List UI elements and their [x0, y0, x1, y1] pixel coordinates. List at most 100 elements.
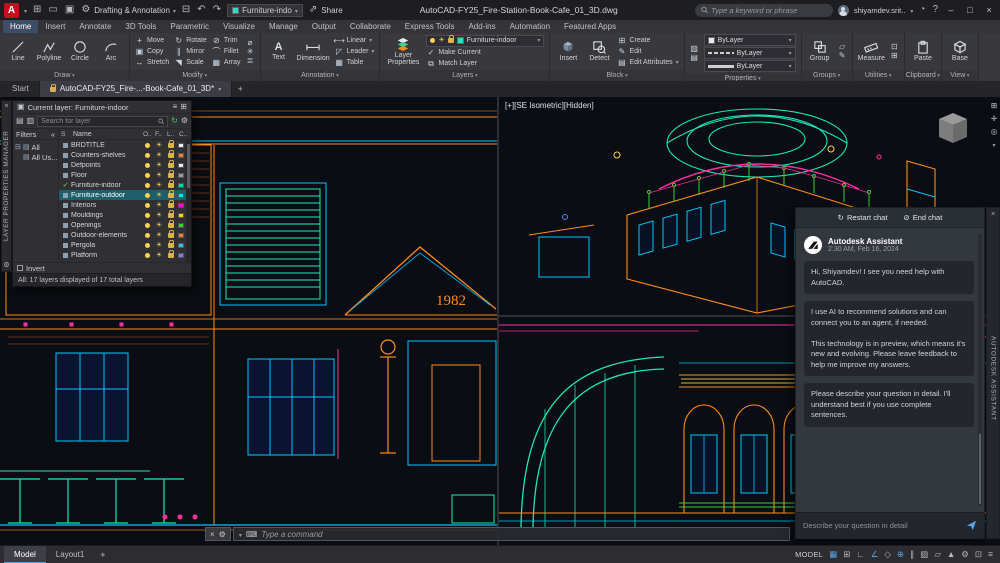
isodraft-toggle[interactable]: ◇ [884, 550, 891, 559]
new-group-filter-icon[interactable]: ▥ [27, 117, 35, 125]
orbit-icon[interactable]: ◎ [991, 127, 998, 136]
minimize-button[interactable]: – [944, 5, 958, 15]
invert-filter-checkbox[interactable] [17, 265, 23, 271]
layer-color-swatch[interactable] [178, 162, 184, 168]
rotate-button[interactable]: ↻ Rotate [174, 36, 206, 46]
end-chat-button[interactable]: ⊘ End chat [903, 213, 942, 222]
layer-color-swatch[interactable] [178, 212, 184, 218]
new-drawing-icon[interactable]: ⊞ [32, 5, 42, 15]
refresh-icon[interactable]: ↻ [171, 117, 178, 125]
command-history-caret-icon[interactable] [239, 529, 242, 539]
notifications-icon[interactable]: ◔ [918, 5, 926, 15]
tab-start[interactable]: Start [2, 81, 40, 97]
edit-block-button[interactable]: ✎ Edit [617, 47, 678, 57]
viewport-divider-vertical[interactable] [497, 97, 499, 545]
tree-node-all-used[interactable]: ▤ All Us... [15, 152, 57, 162]
text-button[interactable]: Text [266, 42, 292, 62]
ribbon-tab[interactable]: Express Tools [398, 20, 462, 33]
layer-lock-toggle[interactable] [166, 159, 176, 168]
layer-lock-toggle[interactable] [166, 239, 176, 248]
layer-freeze-toggle[interactable] [154, 222, 164, 229]
palette-gear-icon[interactable]: ⚙ [181, 117, 188, 125]
layer-freeze-toggle[interactable] [154, 172, 164, 179]
array-button[interactable]: ▦ Array [212, 58, 241, 68]
layer-freeze-toggle[interactable] [154, 202, 164, 209]
ribbon-tab[interactable]: Automation [503, 20, 557, 33]
tab-drawing[interactable]: AutoCAD-FY25_Fire-...-Book-Cafe_01_3D* [39, 81, 233, 97]
mirror-button[interactable]: ∥ Mirror [174, 47, 207, 57]
snap-toggle[interactable]: ⊞ [843, 550, 850, 559]
layer-search-input[interactable] [41, 117, 156, 125]
layer-lock-toggle[interactable] [166, 219, 176, 228]
layer-color-swatch[interactable] [178, 202, 184, 208]
layer-on-toggle[interactable] [142, 242, 152, 248]
panel-title-annotation[interactable]: Annotation [260, 70, 380, 81]
chat-messages[interactable]: Autodesk Assistant 2:30 AM, Feb 16, 2024… [796, 228, 984, 512]
arc-button[interactable]: Arc [98, 40, 124, 62]
help-icon[interactable]: ? [931, 5, 939, 15]
layer-list-scrollbar[interactable] [186, 140, 191, 262]
layer-freeze-toggle[interactable] [154, 142, 164, 149]
pan-icon[interactable]: ✛ [991, 114, 997, 123]
app-menu-caret-icon[interactable] [24, 5, 27, 15]
layer-color-swatch[interactable] [178, 232, 184, 238]
layer-filter-tree[interactable]: ⊟ ▤ All ▤ All Us... [13, 140, 59, 262]
layer-lock-toggle[interactable] [166, 209, 176, 218]
transparency-toggle[interactable]: ▨ [920, 550, 928, 559]
match-properties-button[interactable]: ▨ [690, 44, 699, 53]
layer-color-swatch[interactable] [178, 142, 184, 148]
ribbon-tab[interactable]: Output [305, 20, 343, 33]
layer-on-toggle[interactable] [142, 202, 152, 208]
chat-scrollbar[interactable] [978, 234, 982, 506]
selection-cycling-toggle[interactable]: ▱ [934, 550, 941, 559]
layer-color-swatch[interactable] [178, 152, 184, 158]
layer-on-toggle[interactable] [142, 232, 152, 238]
layer-on-toggle[interactable] [142, 172, 152, 178]
line-button[interactable]: Line [5, 40, 31, 62]
tab-layout1[interactable]: Layout1 [46, 546, 94, 563]
ribbon-tab[interactable]: Home [3, 20, 39, 33]
layer-row[interactable]: Furniture-indoor [59, 179, 186, 190]
ribbon-tab[interactable]: Add-ins [461, 20, 502, 33]
ribbon-tab[interactable]: Annotate [72, 20, 118, 33]
viewport-label[interactable]: [+][SE Isometric][Hidden] [505, 101, 594, 110]
maximize-button[interactable]: □ [963, 5, 977, 15]
layer-row[interactable]: Floor [59, 169, 186, 180]
model-space-indicator[interactable]: MODEL [795, 550, 823, 559]
panel-title-groups[interactable]: Groups [801, 70, 852, 81]
base-view-button[interactable]: Base [947, 40, 973, 62]
create-block-button[interactable]: ⊞ Create [617, 36, 678, 46]
layer-on-toggle[interactable] [142, 222, 152, 228]
layer-row[interactable]: Defpoints [59, 159, 186, 170]
tab-model[interactable]: Model [4, 545, 46, 563]
layer-on-toggle[interactable] [142, 192, 152, 198]
layer-row[interactable]: Interiors [59, 199, 186, 210]
search-input[interactable] [711, 5, 827, 15]
tree-expand-icon[interactable]: ⊟ [15, 143, 21, 151]
fullscreen-icon[interactable]: ⊞ [991, 101, 997, 110]
layer-on-toggle[interactable] [142, 142, 152, 148]
workspace-switcher[interactable]: ⚙ Drafting & Annotation [80, 5, 176, 15]
paste-button[interactable]: Paste [910, 40, 936, 62]
chat-input[interactable] [803, 521, 961, 530]
share-button[interactable]: ⇗ Share [308, 5, 343, 15]
ribbon-tab[interactable]: Insert [38, 20, 72, 33]
navbar-caret-icon[interactable] [992, 140, 995, 149]
ortho-toggle[interactable]: ∟ [856, 550, 864, 559]
command-tools-icon[interactable]: ⚙ [219, 530, 226, 539]
layer-on-toggle[interactable] [142, 152, 152, 158]
insert-block-button[interactable]: Insert [555, 40, 581, 62]
erase-button[interactable]: ⌀ [246, 38, 255, 47]
layer-freeze-toggle[interactable] [154, 152, 164, 159]
layer-color-swatch[interactable] [178, 252, 184, 258]
layer-row[interactable]: Pergola [59, 239, 186, 250]
ribbon-tab[interactable]: Featured Apps [557, 20, 623, 33]
layer-lock-toggle[interactable] [166, 149, 176, 158]
command-line[interactable]: × ⚙ ⌨ Type a command [205, 527, 790, 541]
leader-button[interactable]: ◸ Leader [335, 47, 375, 57]
assistant-close-icon[interactable]: × [991, 211, 995, 218]
layer-on-toggle[interactable] [142, 182, 152, 188]
offset-button[interactable]: ≣ [246, 56, 255, 65]
lineweight-dropdown[interactable]: ByLayer [703, 60, 796, 72]
ungroup-button[interactable]: ▱ [838, 43, 847, 51]
